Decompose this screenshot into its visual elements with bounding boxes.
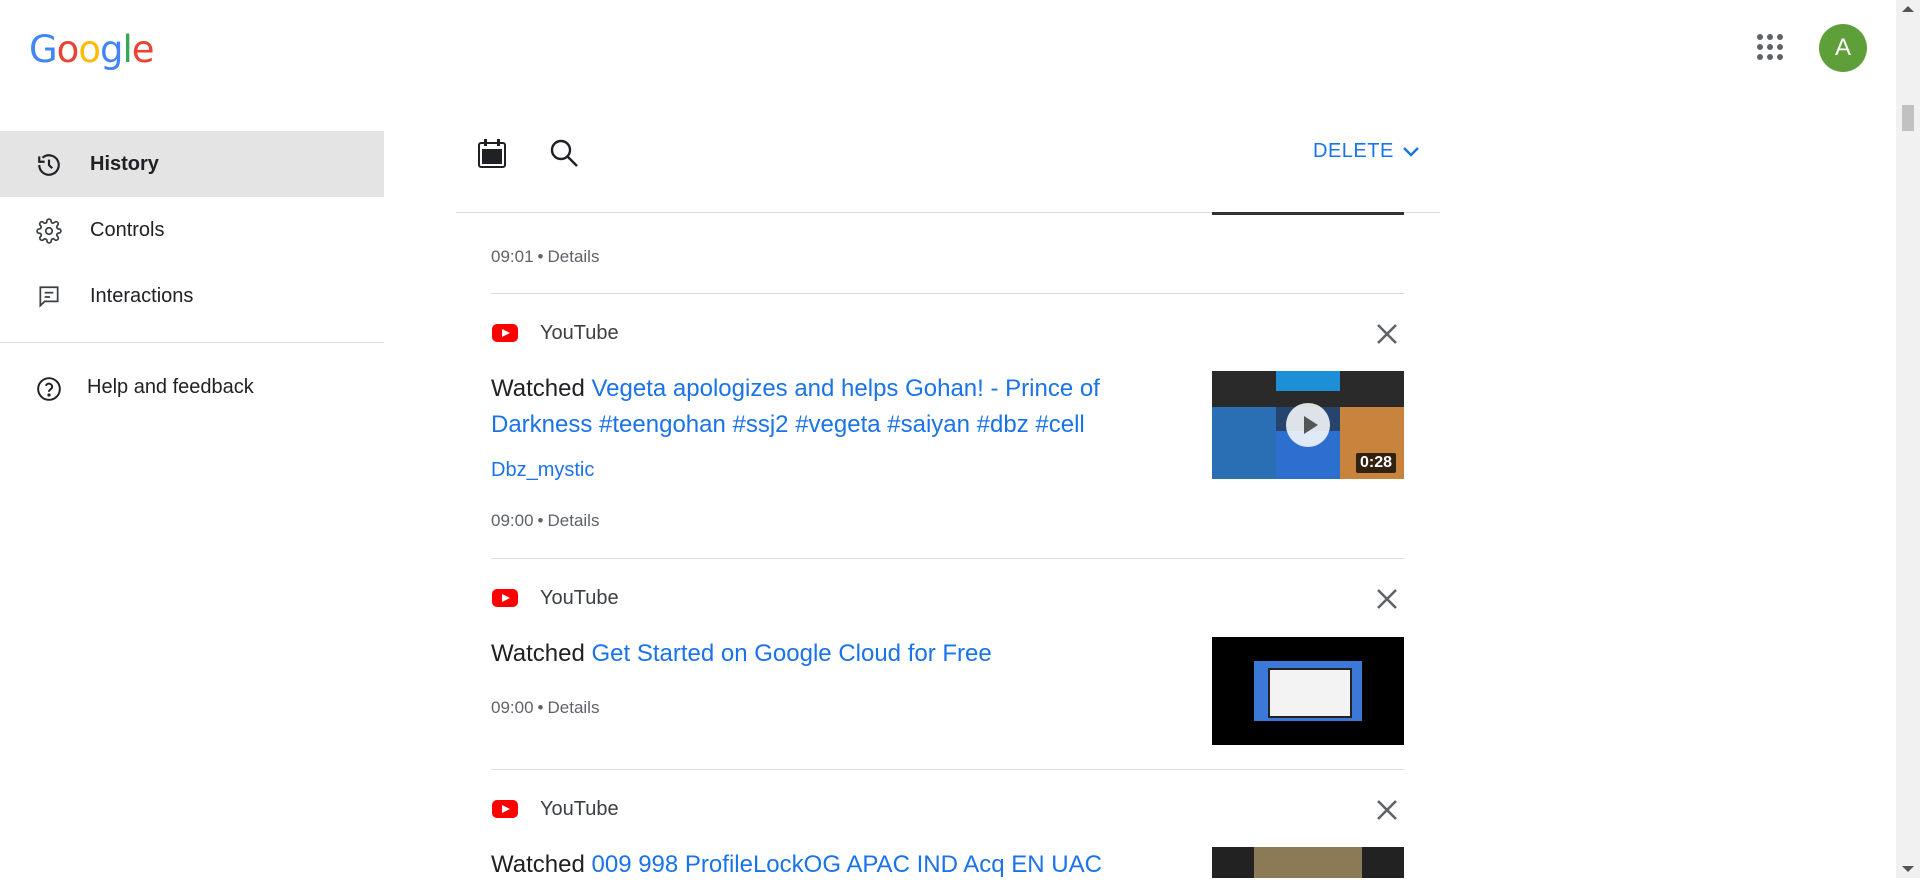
close-icon[interactable]: [1373, 585, 1401, 613]
details-link[interactable]: Details: [548, 247, 600, 266]
youtube-icon: [492, 589, 518, 607]
calendar-icon[interactable]: [476, 137, 508, 169]
item-title: Watched Vegeta apologizes and helps Goha…: [491, 371, 1171, 443]
play-icon: [1286, 403, 1330, 447]
sidebar-item-label: Controls: [90, 218, 165, 241]
item-source: YouTube: [492, 794, 619, 824]
source-label: YouTube: [540, 586, 619, 609]
video-thumbnail[interactable]: [1212, 212, 1404, 215]
video-thumbnail[interactable]: [1212, 847, 1404, 878]
logo-letter: g: [99, 28, 123, 71]
help-and-feedback-link[interactable]: Help and feedback: [0, 356, 384, 420]
delete-label: DELETE: [1313, 140, 1394, 162]
details-link[interactable]: Details: [548, 698, 600, 717]
search-icon[interactable]: [548, 137, 580, 169]
close-icon[interactable]: [1373, 320, 1401, 348]
delete-button[interactable]: DELETE: [1313, 140, 1420, 163]
item-time: 09:00: [491, 698, 534, 717]
scrollbar-thumb[interactable]: [1902, 105, 1914, 131]
source-label: YouTube: [540, 321, 619, 344]
history-icon: [38, 154, 60, 176]
item-meta: 09:00 • Details: [491, 511, 600, 530]
help-label: Help and feedback: [87, 376, 254, 398]
item-separator: [491, 558, 1404, 559]
help-icon: [37, 377, 61, 401]
item-source: YouTube: [492, 583, 619, 613]
avatar[interactable]: A: [1819, 24, 1867, 72]
feedback-icon: [39, 286, 59, 308]
youtube-icon: [492, 800, 518, 818]
item-meta: 09:00 • Details: [491, 698, 600, 717]
logo-letter: G: [29, 28, 58, 71]
scroll-up-arrow-icon[interactable]: [1902, 6, 1914, 12]
sidebar-item-label: History: [90, 152, 159, 175]
item-title: Watched Get Started on Google Cloud for …: [491, 636, 1171, 672]
close-icon[interactable]: [1373, 796, 1401, 824]
video-title-link[interactable]: Get Started on Google Cloud for Free: [592, 640, 992, 667]
youtube-icon: [492, 324, 518, 342]
logo-letter: l: [122, 28, 132, 71]
sidebar-item-interactions[interactable]: Interactions: [0, 263, 384, 329]
logo-letter: e: [131, 28, 155, 71]
gear-icon: [36, 218, 62, 244]
logo-letter: o: [78, 28, 101, 71]
item-separator: [491, 293, 1404, 294]
scrollbar[interactable]: [1896, 0, 1920, 878]
item-time: 09:00: [491, 511, 534, 530]
chevron-down-icon: [1402, 146, 1419, 157]
google-logo[interactable]: Google: [29, 28, 154, 71]
item-meta: 09:01 • Details: [491, 247, 600, 266]
apps-grid-icon[interactable]: [1757, 34, 1783, 60]
source-label: YouTube: [540, 797, 619, 820]
item-time: 09:01: [491, 247, 534, 266]
item-separator: [491, 769, 1404, 770]
watched-prefix: Watched: [491, 375, 585, 402]
sidebar-item-history[interactable]: History: [0, 131, 384, 197]
item-source: YouTube: [492, 318, 619, 348]
logo-letter: o: [56, 28, 80, 71]
video-duration: 0:28: [1355, 453, 1396, 473]
channel-link[interactable]: Dbz_mystic: [491, 459, 594, 482]
scroll-down-arrow-icon[interactable]: [1902, 866, 1914, 872]
sidebar-nav: History Controls Interactions: [0, 131, 384, 329]
watched-prefix: Watched: [491, 851, 585, 878]
video-title-link[interactable]: 009 998 ProfileLockOG APAC IND Acq EN UA…: [592, 851, 1102, 878]
video-thumbnail[interactable]: 0:28: [1212, 371, 1404, 479]
sidebar-divider: [0, 342, 384, 343]
details-link[interactable]: Details: [548, 511, 600, 530]
watched-prefix: Watched: [491, 640, 585, 667]
sidebar-item-label: Interactions: [90, 284, 194, 307]
video-thumbnail[interactable]: [1212, 637, 1404, 745]
sidebar-item-controls[interactable]: Controls: [0, 197, 384, 263]
